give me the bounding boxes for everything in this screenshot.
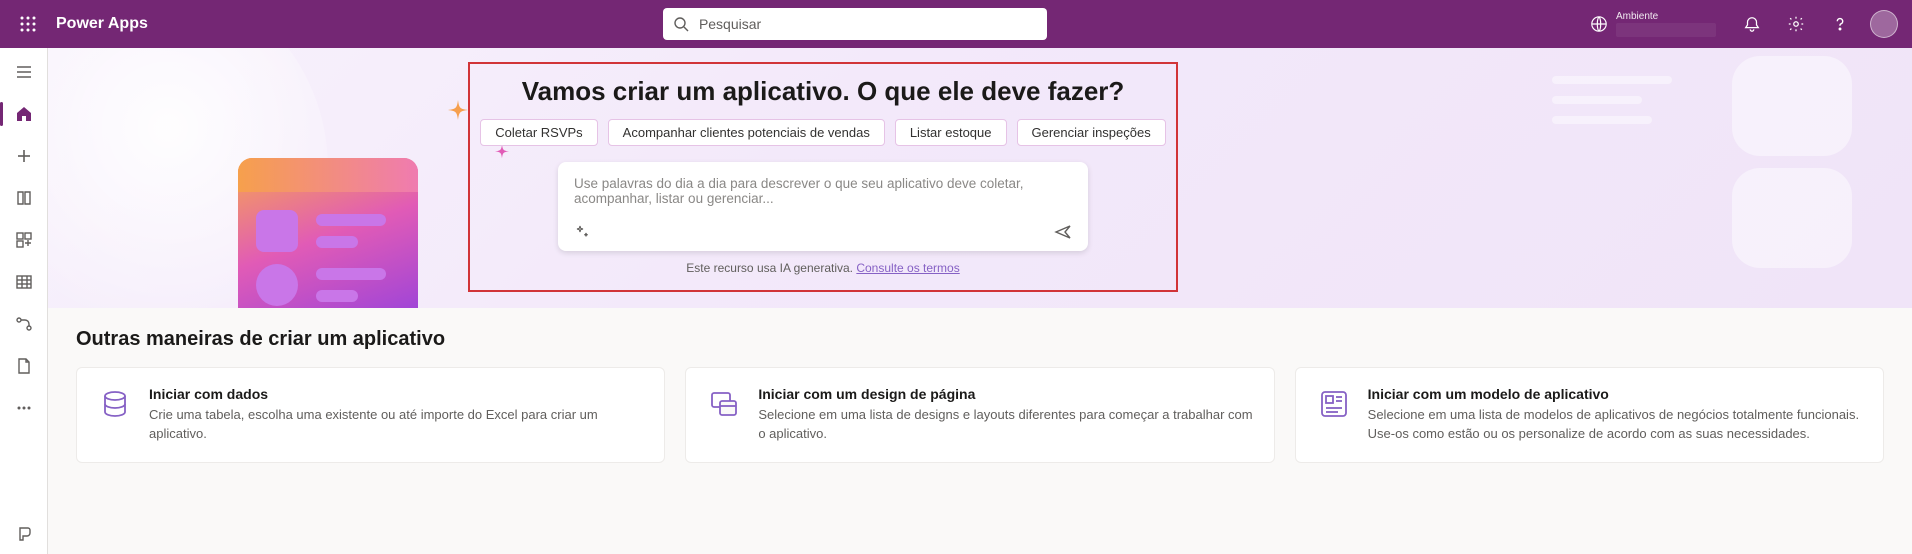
copilot-input[interactable]: [574, 176, 1072, 214]
hero-banner: Vamos criar um aplicativo. O que ele dev…: [48, 48, 1912, 308]
nav-learn-icon[interactable]: [4, 178, 44, 218]
card-title: Iniciar com um modelo de aplicativo: [1368, 386, 1863, 402]
chip-sales-leads[interactable]: Acompanhar clientes potenciais de vendas: [608, 119, 885, 146]
copilot-input-card: [558, 162, 1088, 251]
card-desc: Selecione em uma lista de designs e layo…: [758, 406, 1253, 444]
database-icon: [97, 386, 133, 422]
sparkle-suggestions-icon[interactable]: [574, 224, 590, 240]
chip-inventory[interactable]: Listar estoque: [895, 119, 1007, 146]
nav-more-icon[interactable]: [4, 388, 44, 428]
copilot-prompt-panel: Vamos criar um aplicativo. O que ele dev…: [468, 62, 1178, 292]
settings-icon[interactable]: [1776, 4, 1816, 44]
nav-home-icon[interactable]: [4, 94, 44, 134]
search-icon: [673, 16, 689, 32]
environment-icon: [1590, 15, 1608, 33]
card-start-with-design[interactable]: Iniciar com um design de página Selecion…: [685, 367, 1274, 463]
app-header: Power Apps Ambiente: [0, 0, 1912, 48]
card-title: Iniciar com dados: [149, 386, 644, 402]
environment-name: [1616, 23, 1716, 37]
suggestion-chips: Coletar RSVPs Acompanhar clientes potenc…: [470, 119, 1176, 146]
nav-tables-icon[interactable]: [4, 262, 44, 302]
avatar-icon: [1870, 10, 1898, 38]
prompt-title: Vamos criar um aplicativo. O que ele dev…: [470, 76, 1176, 107]
nav-solutions-icon[interactable]: [4, 346, 44, 386]
creation-cards: Iniciar com dados Crie uma tabela, escol…: [76, 367, 1884, 463]
template-icon: [1316, 386, 1352, 422]
notifications-icon[interactable]: [1732, 4, 1772, 44]
card-desc: Crie uma tabela, escolha uma existente o…: [149, 406, 644, 444]
card-desc: Selecione em uma lista de modelos de apl…: [1368, 406, 1863, 444]
chip-inspections[interactable]: Gerenciar inspeções: [1017, 119, 1166, 146]
hero-squircle-decoration: [1732, 168, 1852, 268]
card-start-with-data[interactable]: Iniciar com dados Crie uma tabela, escol…: [76, 367, 665, 463]
environment-picker[interactable]: Ambiente: [1578, 11, 1728, 37]
ai-disclaimer: Este recurso usa IA generativa. Consulte…: [470, 261, 1176, 275]
ai-disclaimer-text: Este recurso usa IA generativa.: [686, 261, 856, 275]
app-title: Power Apps: [56, 15, 148, 33]
chip-rsvps[interactable]: Coletar RSVPs: [480, 119, 597, 146]
send-icon[interactable]: [1054, 223, 1072, 241]
other-ways-section: Outras maneiras de criar um aplicativo I…: [48, 308, 1912, 483]
search-wrap: [663, 8, 1047, 40]
app-launcher-icon[interactable]: [8, 4, 48, 44]
environment-label: Ambiente: [1616, 11, 1716, 23]
card-title: Iniciar com um design de página: [758, 386, 1253, 402]
left-nav: [0, 48, 48, 554]
hero-bars-decoration: [1552, 76, 1672, 136]
header-right: Ambiente: [1578, 4, 1904, 44]
hero-squircle-decoration: [1732, 56, 1852, 156]
nav-hamburger-icon[interactable]: [4, 52, 44, 92]
layout-icon: [706, 386, 742, 422]
ai-terms-link[interactable]: Consulte os termos: [856, 261, 959, 275]
notepad-illustration: [238, 158, 418, 308]
account-avatar[interactable]: [1864, 4, 1904, 44]
section-title: Outras maneiras de criar um aplicativo: [76, 328, 1884, 351]
main-content: Vamos criar um aplicativo. O que ele dev…: [48, 48, 1912, 554]
nav-flows-icon[interactable]: [4, 304, 44, 344]
nav-apps-icon[interactable]: [4, 220, 44, 260]
card-start-with-template[interactable]: Iniciar com um modelo de aplicativo Sele…: [1295, 367, 1884, 463]
nav-create-icon[interactable]: [4, 136, 44, 176]
search-input[interactable]: [663, 8, 1047, 40]
help-icon[interactable]: [1820, 4, 1860, 44]
nav-powerplatform-icon[interactable]: [4, 514, 44, 554]
